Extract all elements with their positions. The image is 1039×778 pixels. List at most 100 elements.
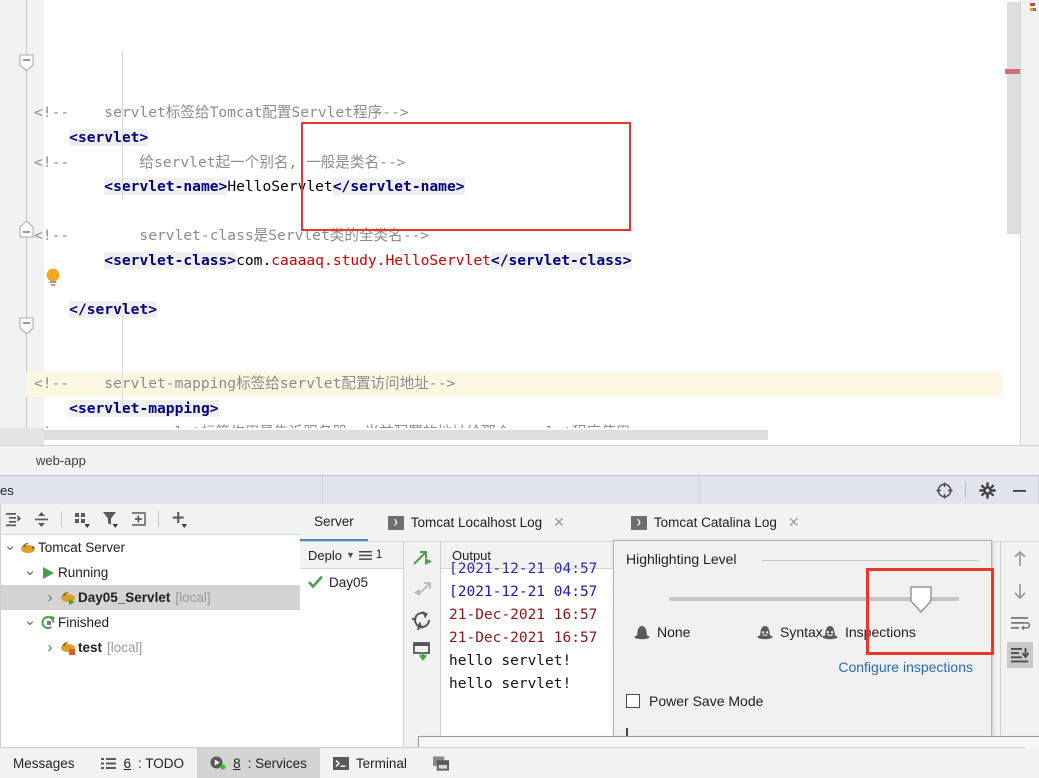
run-tab[interactable]: ❯ Tomcat Catalina Log ✕ xyxy=(617,504,814,541)
editor-horizontal-scrollbar-thumb[interactable] xyxy=(44,430,768,440)
services-tree-row[interactable]: ⌄ Running xyxy=(0,560,300,585)
deploy-all-icon[interactable] xyxy=(410,639,434,663)
expand-all-icon[interactable] xyxy=(0,506,26,532)
services-tree-row[interactable]: › Day05_Servlet [local] xyxy=(0,585,300,610)
undeploy-artifact-icon[interactable] xyxy=(410,577,434,601)
soft-wrap-icon[interactable] xyxy=(1007,610,1033,636)
close-icon[interactable]: ✕ xyxy=(788,514,800,531)
code-line[interactable]: </servlet> xyxy=(26,298,1001,323)
statusbar-tab-label: Messages xyxy=(13,755,75,771)
code-token: com. xyxy=(236,251,272,269)
inspection-status-widget[interactable] xyxy=(1026,2,1038,22)
code-token: </servlet-class> xyxy=(490,251,632,269)
highlighting-level-slider-thumb[interactable] xyxy=(910,586,932,613)
code-token: </servlet-name> xyxy=(332,178,465,196)
power-save-mode-label: Power Save Mode xyxy=(649,693,764,709)
code-line[interactable]: <servlet-class>com.caaaaq.study.HelloSer… xyxy=(26,249,1001,274)
filter-icon[interactable] xyxy=(97,506,123,532)
toolwindow-actions xyxy=(700,475,1039,505)
services-tree-row[interactable]: › test [local] xyxy=(0,635,300,660)
terminal-icon xyxy=(332,756,349,770)
redeploy-icon[interactable] xyxy=(410,608,434,632)
close-icon[interactable]: ✕ xyxy=(553,514,565,531)
code-line[interactable]: <!-- servlet-mapping标签给servlet配置访问地址--> xyxy=(26,371,1001,397)
chevron-right-icon[interactable]: › xyxy=(42,639,58,656)
highlighting-option-syntax-label: Syntax xyxy=(780,623,823,640)
divider xyxy=(61,511,62,527)
checkbox-box[interactable] xyxy=(626,694,640,708)
hat-syntax-icon xyxy=(757,623,773,640)
breadcrumb-item-web-app[interactable]: web-app xyxy=(36,453,86,468)
toolwindow-title-cell: es xyxy=(0,475,323,505)
scroll-to-end-icon[interactable] xyxy=(1007,642,1033,668)
add-tab-icon[interactable] xyxy=(125,506,151,532)
statusbar-tab[interactable]: Messages xyxy=(0,748,88,778)
collapse-all-icon[interactable] xyxy=(28,506,54,532)
gear-icon[interactable] xyxy=(976,479,998,501)
deployment-item[interactable]: Day05 xyxy=(300,569,403,595)
configure-inspections-link[interactable]: Configure inspections xyxy=(838,659,973,675)
deployment-pane: Deplo ▼ 1 Day05 xyxy=(300,542,404,747)
highlighting-option-syntax[interactable]: Syntax xyxy=(757,623,823,640)
toolwindow-header: es xyxy=(0,475,1039,505)
services-tree-row[interactable]: ⌄ Finished xyxy=(0,610,300,635)
code-line[interactable]: <!-- servlet-class是Servlet类的全类名--> xyxy=(26,224,1001,249)
highlighting-option-inspections-label: Inspections xyxy=(845,623,916,640)
code-line[interactable] xyxy=(26,200,1001,225)
crosshair-locate-icon[interactable] xyxy=(933,479,955,501)
breadcrumb[interactable]: web-app xyxy=(0,445,1039,475)
chevron-down-icon[interactable]: ⌄ xyxy=(22,611,38,629)
run-tab[interactable]: Server xyxy=(300,504,368,541)
editor-vertical-scrollbar-thumb[interactable] xyxy=(1007,2,1020,234)
indent-guide xyxy=(122,50,123,200)
xml-editor[interactable]: <!-- servlet标签给Tomcat配置Servlet程序--> <ser… xyxy=(0,0,1039,445)
services-tree-row-sublabel: [local] xyxy=(107,640,143,655)
highlighting-option-inspections[interactable]: Inspections xyxy=(822,623,916,640)
services-tree-row-label: Tomcat Server xyxy=(38,540,126,555)
statusbar-tab[interactable]: 6: TODO xyxy=(88,748,198,778)
run-tab[interactable]: ❯ Tomcat Localhost Log ✕ xyxy=(374,504,579,541)
code-line[interactable]: <!-- 给servlet起一个别名, 一般是类名--> xyxy=(26,151,1001,176)
statusbar-corner xyxy=(1025,747,1039,778)
power-save-mode-checkbox[interactable]: Power Save Mode xyxy=(626,693,763,709)
code-line[interactable]: <servlet-name>HelloServlet</servlet-name… xyxy=(26,175,1001,200)
error-stripe-marker[interactable] xyxy=(1005,69,1021,74)
add-service-icon[interactable] xyxy=(166,506,192,532)
services-tree-row-label: Finished xyxy=(58,615,110,630)
statusbar-tab[interactable]: Terminal xyxy=(320,748,420,778)
chevron-down-icon[interactable]: ⌄ xyxy=(2,536,18,554)
statusbar-tab-label: : Services xyxy=(247,755,307,771)
code-line[interactable] xyxy=(26,323,1001,348)
services-toolbar xyxy=(0,504,300,535)
chevron-down-icon[interactable]: ▼ xyxy=(346,550,355,560)
statusbar-tab[interactable] xyxy=(420,748,462,778)
code-token: HelloServlet xyxy=(227,178,333,196)
code-line[interactable]: <!-- servlet标签给Tomcat配置Servlet程序--> xyxy=(26,101,1001,126)
chevron-down-icon[interactable]: ⌄ xyxy=(22,561,38,579)
marker-gutter[interactable] xyxy=(1020,0,1039,445)
run-tab-bar: Server ❯ Tomcat Localhost Log ✕ ❯ Tomcat Cata… xyxy=(300,504,1039,542)
services-tree-row[interactable]: ⌄ Tomcat Server xyxy=(0,535,300,560)
minimize-icon[interactable] xyxy=(1008,479,1030,501)
code-line[interactable] xyxy=(26,347,1001,372)
services-tree[interactable]: ⌄ Tomcat Server ⌄ Running › Day05_Servlet [loc… xyxy=(0,535,300,747)
rerun-icon xyxy=(38,615,58,630)
code-line[interactable]: <servlet> xyxy=(26,126,1001,151)
code-line[interactable] xyxy=(26,274,1001,299)
deploy-artifact-icon[interactable] xyxy=(410,546,434,570)
statusbar-tab[interactable]: 8: Services xyxy=(197,748,320,778)
deployment-header[interactable]: Deplo ▼ 1 xyxy=(300,542,403,569)
code-content[interactable]: <!-- servlet标签给Tomcat配置Servlet程序--> <ser… xyxy=(26,0,1001,445)
chevron-right-icon[interactable]: › xyxy=(42,589,58,606)
code-line[interactable]: <servlet-mapping> xyxy=(26,397,1001,422)
code-lines: <!-- servlet标签给Tomcat配置Servlet程序--> <ser… xyxy=(26,101,1001,445)
code-token: </servlet> xyxy=(69,301,158,319)
group-by-icon[interactable] xyxy=(69,506,95,532)
deployment-item-label: Day05 xyxy=(329,574,369,590)
title-separator xyxy=(762,560,979,561)
highlighting-option-none[interactable]: None xyxy=(634,623,690,640)
up-arrow-icon[interactable] xyxy=(1007,546,1033,572)
down-arrow-icon[interactable] xyxy=(1007,578,1033,604)
